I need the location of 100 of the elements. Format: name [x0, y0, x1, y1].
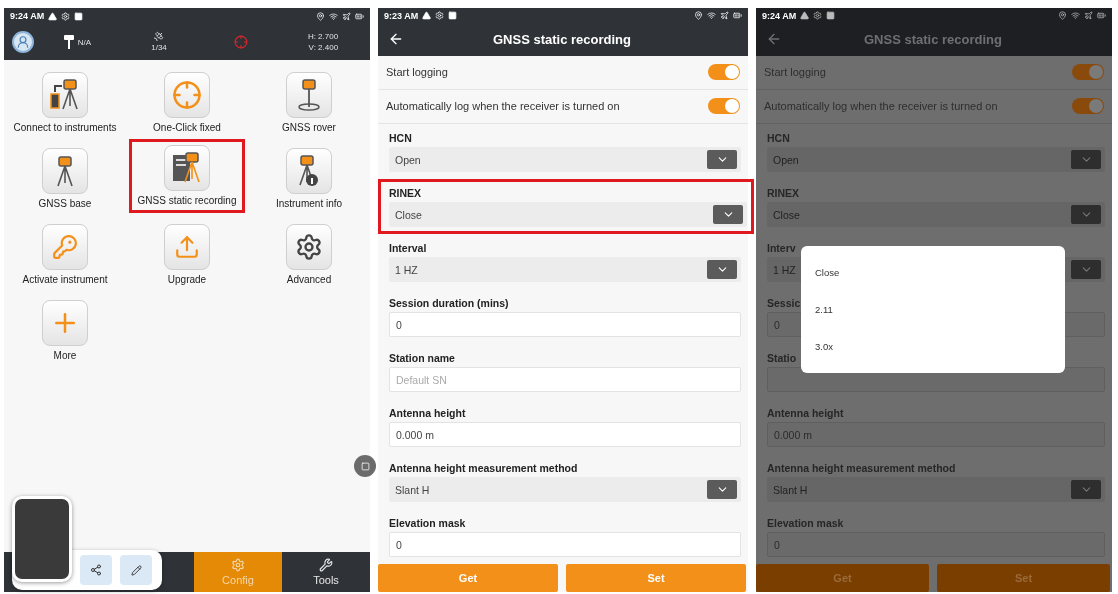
- warning-icon: [422, 11, 432, 21]
- height-reading: H: 2.700: [307, 31, 339, 42]
- dropdown-button[interactable]: [1071, 480, 1101, 499]
- field-label: Elevation mask: [389, 517, 467, 529]
- warning-icon: [48, 11, 58, 21]
- app-tile[interactable]: Activate instrument: [13, 218, 117, 292]
- dropdown-field[interactable]: Close: [389, 202, 747, 227]
- tile-label: One-Click fixed: [153, 122, 221, 133]
- field-label: Interv: [767, 242, 797, 254]
- square-icon: [360, 461, 370, 471]
- dialog-option[interactable]: 3.0x: [801, 328, 1065, 365]
- toggle-switch[interactable]: [1072, 64, 1104, 81]
- app-tile[interactable]: GNSS static recording: [128, 139, 246, 213]
- vertical-reading: V: 2.400: [308, 42, 339, 53]
- toggle-switch[interactable]: [1072, 98, 1104, 115]
- tile-label: Activate instrument: [22, 274, 108, 285]
- dropdown-button[interactable]: [707, 150, 737, 169]
- settings-icon: [295, 233, 323, 261]
- tile-label: GNSS base: [38, 198, 92, 209]
- dropdown-button[interactable]: [713, 205, 743, 224]
- floating-button[interactable]: [354, 455, 376, 477]
- edit-button[interactable]: [120, 555, 152, 585]
- field-label: Session duration (mins): [389, 297, 510, 309]
- toggle-switch[interactable]: [708, 64, 740, 81]
- settings-icon: [61, 11, 71, 21]
- field-label: Antenna height measurement method: [767, 462, 957, 474]
- document-tripod-icon: [172, 152, 202, 184]
- settings-icon: [435, 11, 445, 21]
- input-field[interactable]: 0: [389, 532, 741, 557]
- app-tile[interactable]: More: [33, 294, 97, 368]
- airplane-icon: [1084, 11, 1093, 21]
- satellite-icon: [153, 31, 165, 42]
- toggle-switch[interactable]: [708, 98, 740, 115]
- antenna-status: N/A: [77, 36, 92, 48]
- field-label: Antenna height: [767, 407, 845, 419]
- dropdown-field[interactable]: 1 HZ: [389, 257, 741, 282]
- field-label: Station name: [389, 352, 456, 364]
- field-label: Antenna height measurement method: [389, 462, 579, 474]
- wifi-icon: [1071, 11, 1080, 21]
- app-tile[interactable]: Instrument info: [266, 142, 352, 216]
- tile-label: GNSS rover: [282, 122, 336, 133]
- setting-label: Start logging: [386, 66, 448, 79]
- app-tile[interactable]: Connect to instruments: [4, 66, 126, 140]
- tile-label: More: [53, 350, 77, 361]
- dropdown-button[interactable]: [1071, 205, 1101, 224]
- app-tile[interactable]: Advanced: [277, 218, 341, 292]
- status-time: 9:23 AM: [384, 10, 419, 21]
- wifi-icon: [707, 11, 716, 21]
- location-icon: [694, 11, 703, 21]
- battery-icon: [355, 11, 364, 21]
- tile-label: Advanced: [286, 274, 332, 285]
- dialog-option[interactable]: 2.11: [801, 291, 1065, 328]
- setting-label: Automatically log when the receiver is turned on: [764, 100, 998, 113]
- dropdown-button[interactable]: [707, 260, 737, 279]
- app-tile[interactable]: GNSS base: [29, 142, 101, 216]
- square-icon: [448, 11, 458, 21]
- antenna-icon: [62, 34, 75, 50]
- screen-title: GNSS static recording: [863, 31, 1003, 47]
- battery-icon: [733, 11, 742, 21]
- tile-label: Upgrade: [167, 274, 207, 285]
- share-button[interactable]: [80, 555, 112, 585]
- location-icon: [316, 11, 325, 21]
- status-time: 9:24 AM: [762, 10, 797, 21]
- app-tile[interactable]: GNSS rover: [273, 66, 345, 140]
- app-tile[interactable]: Upgrade: [155, 218, 219, 292]
- user-icon: [16, 35, 30, 49]
- settings-icon: [231, 558, 245, 572]
- nav-tab[interactable]: Tools: [282, 552, 370, 592]
- battery-icon: [1097, 11, 1106, 21]
- dropdown-field[interactable]: Slant H: [389, 477, 741, 502]
- screen-title: GNSS static recording: [492, 31, 632, 47]
- field-label: RINEX: [389, 187, 423, 199]
- tile-label: Connect to instruments: [13, 122, 117, 133]
- dropdown-button[interactable]: [707, 480, 737, 499]
- field-label: Antenna height: [389, 407, 467, 419]
- tile-label: GNSS static recording: [137, 195, 237, 206]
- square-icon: [74, 11, 84, 21]
- device-tripod-icon: [50, 79, 80, 111]
- pencil-icon: [130, 564, 142, 576]
- dropdown-field[interactable]: Open: [389, 147, 741, 172]
- target-icon: [234, 35, 248, 49]
- tools-icon: [319, 558, 333, 572]
- avatar[interactable]: [12, 31, 34, 53]
- upload-icon: [174, 234, 200, 260]
- app-tile[interactable]: One-Click fixed: [144, 66, 230, 140]
- square-icon: [826, 11, 836, 21]
- input-field[interactable]: 0: [389, 312, 741, 337]
- airplane-icon: [720, 11, 729, 21]
- input-field[interactable]: 0.000 m: [389, 422, 741, 447]
- settings-icon: [813, 11, 823, 21]
- field-label: HCN: [389, 132, 413, 144]
- crosshair-icon: [172, 80, 202, 110]
- field-label: RINEX: [767, 187, 801, 199]
- wifi-icon: [329, 11, 338, 21]
- dropdown-button[interactable]: [1071, 150, 1101, 169]
- dialog-option[interactable]: Close: [801, 254, 1065, 291]
- share-icon: [90, 564, 102, 576]
- field-label: HCN: [767, 132, 791, 144]
- dropdown-button[interactable]: [1071, 260, 1101, 279]
- screenshot-thumbnail[interactable]: [12, 496, 72, 582]
